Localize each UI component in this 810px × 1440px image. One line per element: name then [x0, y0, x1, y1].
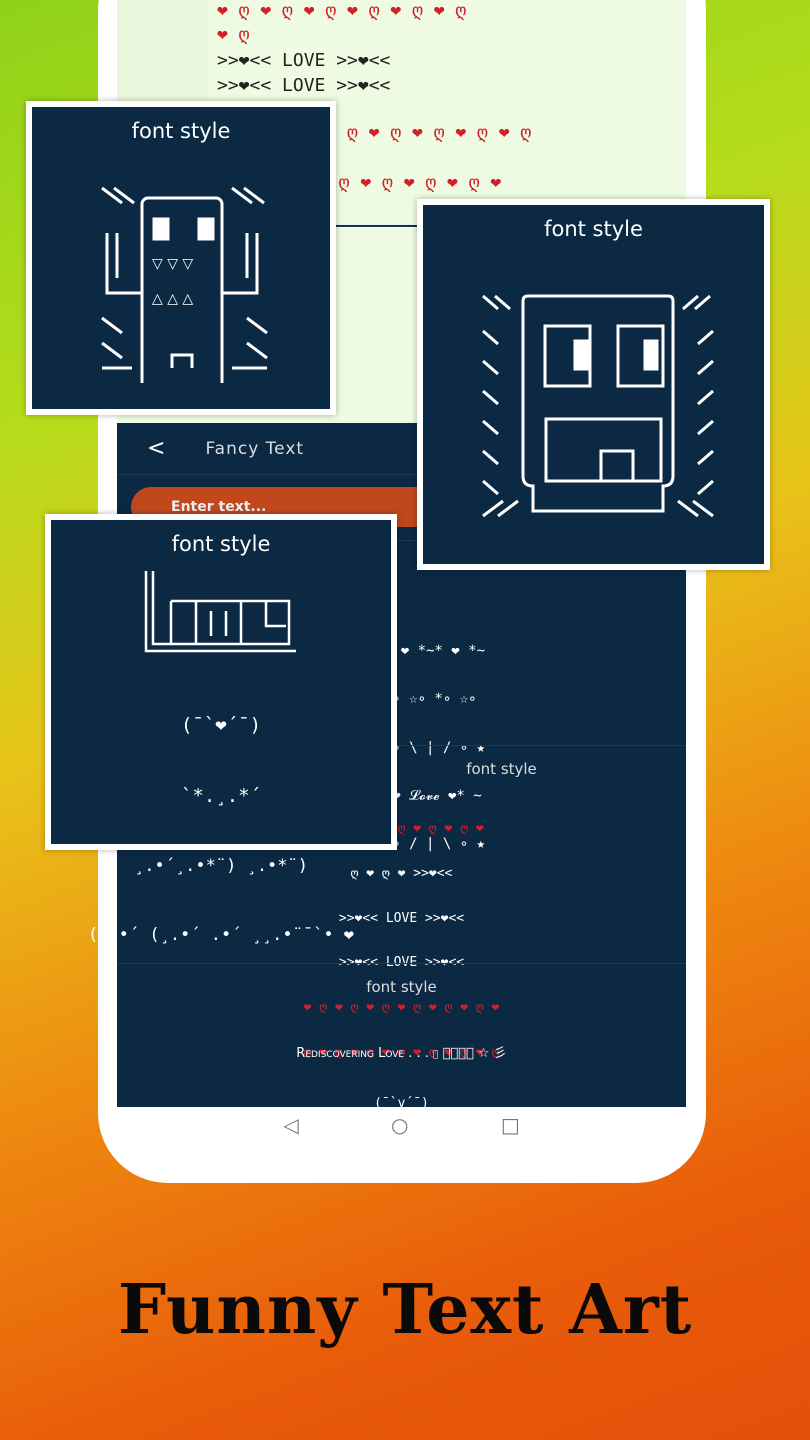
nav-back-icon[interactable]: ◁	[283, 1113, 298, 1137]
robot-art: ▽ ▽ ▽ △ △ △	[101, 186, 268, 395]
preview-row: ღ ❤ ღ ❤ ღ ❤ ღ ❤ ღ	[347, 122, 532, 143]
preview-row: ❤ ღ ❤ ღ ❤ ღ ❤ ღ ❤	[317, 172, 502, 193]
art-line: `*.¸.*´	[180, 784, 262, 807]
card-title: font style	[131, 119, 231, 143]
font-style-card-robot[interactable]: font style ▽ ▽ ▽ △ △ △	[26, 101, 336, 415]
art-line: (¸.•´ (¸.•´ .•´ ¸¸.•¨¯`• ❤	[87, 924, 355, 945]
preview-row: ❤ ღ	[217, 24, 250, 45]
love-block-art	[144, 571, 296, 653]
font-style-card-face[interactable]: font style	[417, 199, 770, 570]
system-nav-bar: ◁ ○ □	[117, 1107, 686, 1143]
card-title: font style	[544, 217, 643, 241]
preview-row: ❤ ღ ❤ ღ ❤ ღ ❤ ღ ❤ ღ ❤ ღ	[217, 0, 467, 21]
art-line: *~* ❤ *~* ❤ *~	[367, 643, 486, 660]
art-line: ...∘ ☆∘ *∘ ☆∘	[367, 691, 477, 708]
art-line: ¸.•´¸.•*¨) ¸.•*¨)	[134, 856, 308, 876]
app-title: Fancy Text	[205, 438, 305, 459]
card-title: font style	[171, 532, 271, 556]
art-line: (¯`v´¯)	[374, 1096, 429, 1107]
nav-home-icon[interactable]: ○	[391, 1113, 408, 1137]
preview-row: >>❤<< LOVE >>❤<<	[217, 75, 391, 96]
back-button[interactable]: <	[147, 436, 165, 461]
svg-text:△ △ △: △ △ △	[152, 291, 193, 307]
promo-headline: Funny Text Art	[117, 1270, 693, 1350]
preview-row: >>❤<< LOVE >>❤<<	[217, 50, 391, 71]
art-line: (¯`❤´¯)	[180, 713, 262, 736]
font-style-card-love[interactable]: font style (¯`❤´¯) `*.¸.*´ ¸.•´¸.•*¨) ¸.…	[45, 514, 397, 945]
face-art	[482, 294, 714, 518]
art-line: Rediscovering Love . . . ღ 𝓛𝓸𝓿𝓮 ☆ 彡	[296, 1045, 507, 1061]
nav-recent-icon[interactable]: □	[501, 1113, 520, 1137]
svg-text:▽ ▽ ▽: ▽ ▽ ▽	[152, 256, 193, 272]
